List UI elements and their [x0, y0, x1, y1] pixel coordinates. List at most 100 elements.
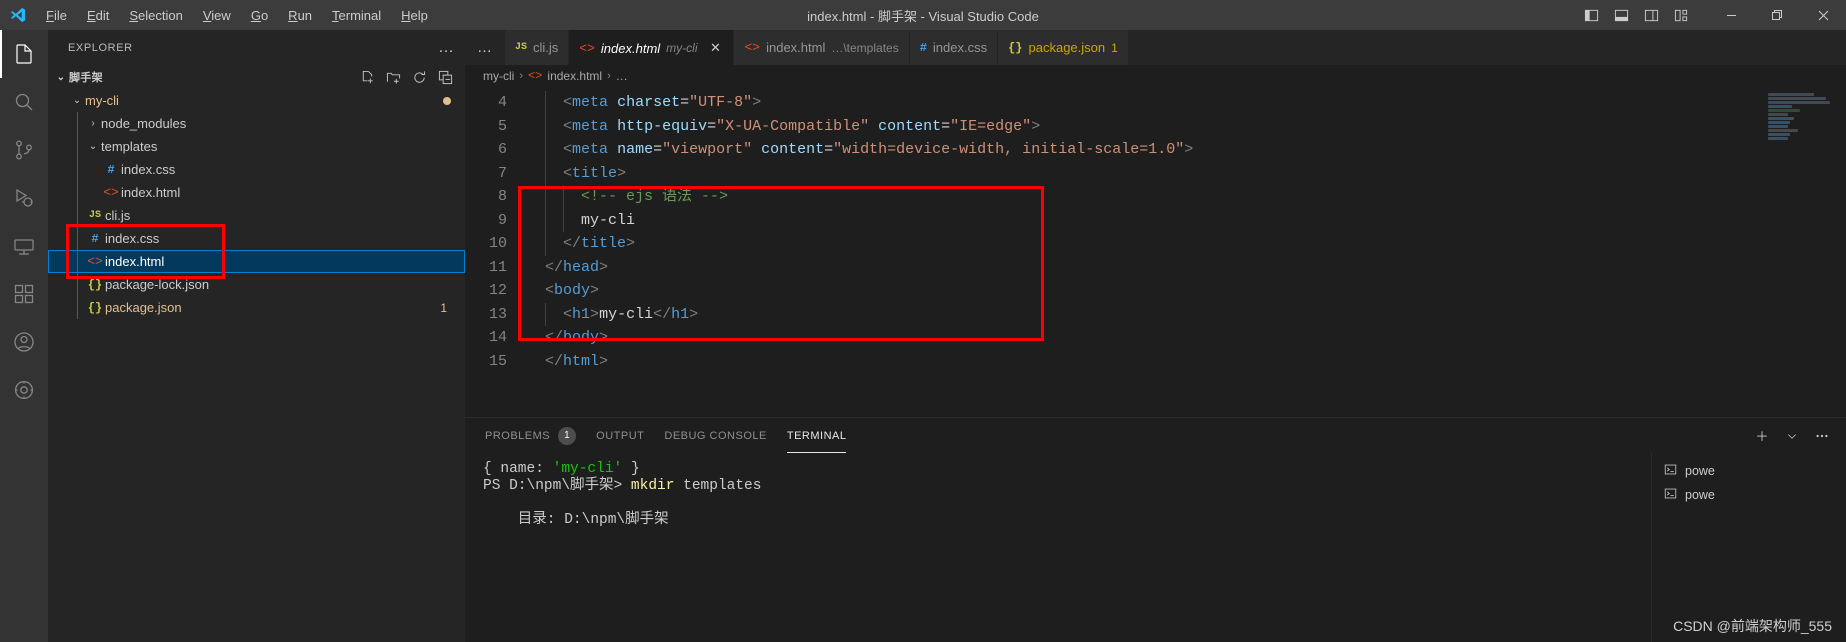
chevron-down-icon[interactable]: ⌄: [69, 95, 85, 106]
minimize-button[interactable]: [1708, 0, 1754, 30]
menu-file[interactable]: File: [36, 5, 77, 26]
customize-layout-icon[interactable]: [1668, 2, 1694, 28]
panel-tab-terminal[interactable]: TERMINAL: [786, 418, 847, 453]
chevron-right-icon[interactable]: ›: [85, 118, 101, 129]
layout-controls[interactable]: [1578, 2, 1708, 28]
toggle-primary-sidebar-icon[interactable]: [1578, 2, 1604, 28]
tab-label: package.json: [1028, 40, 1106, 55]
tree-row-templates[interactable]: ⌄ templates: [48, 135, 465, 158]
editor-tab-bar[interactable]: … JS cli.js <> index.html my-cli ✕ <> in…: [465, 30, 1846, 65]
breadcrumb-item-symbols[interactable]: …: [616, 69, 628, 83]
menu-bar[interactable]: File Edit Selection View Go Run Terminal…: [36, 5, 438, 26]
new-file-icon[interactable]: [357, 67, 377, 87]
menu-terminal[interactable]: Terminal: [322, 5, 391, 26]
terminal-list-item[interactable]: powe: [1652, 483, 1846, 507]
file-tree[interactable]: ⌄ my-cli › node_modules ⌄ templates # in…: [48, 89, 465, 319]
activity-explorer[interactable]: [0, 30, 48, 78]
restore-button[interactable]: [1754, 0, 1800, 30]
panel-tab-bar[interactable]: PROBLEMS 1 OUTPUT DEBUG CONSOLE TERMINAL: [465, 418, 1846, 453]
chevron-down-icon[interactable]: ⌄: [85, 141, 101, 152]
tree-label: index.html: [121, 185, 181, 200]
tree-row-package-json[interactable]: {} package.json 1: [48, 296, 465, 319]
activity-bar[interactable]: [0, 30, 48, 642]
code-editor[interactable]: 4 5 6 7 8 9 10 11 12 13 14 15 <meta char…: [465, 87, 1846, 417]
tree-label: node_modules: [101, 116, 187, 131]
tab-label: index.css: [932, 40, 988, 55]
workspace-root-row[interactable]: ⌄ 脚手架: [48, 65, 465, 89]
breadcrumb-item-file[interactable]: index.html: [547, 69, 602, 83]
tree-row-my-cli[interactable]: ⌄ my-cli: [48, 89, 465, 112]
refresh-icon[interactable]: [409, 67, 429, 87]
terminal-line: PS D:\npm\脚手架> mkdir templates: [483, 478, 762, 494]
tree-row-templates-index-html[interactable]: <> index.html: [48, 181, 465, 204]
tree-label: templates: [101, 139, 158, 154]
vscode-window: File Edit Selection View Go Run Terminal…: [0, 0, 1846, 642]
tab-index-html-my-cli[interactable]: <> index.html my-cli ✕: [569, 30, 735, 65]
add-terminal-icon[interactable]: [1752, 426, 1772, 446]
modified-dot-indicator: [443, 96, 451, 105]
code-line: <!-- ejs 语法 -->: [545, 185, 1846, 209]
terminal-output[interactable]: { name: 'my-cli' } PS D:\npm\脚手架> mkdir t…: [465, 453, 1651, 642]
menu-run[interactable]: Run: [278, 5, 322, 26]
breadcrumb[interactable]: my-cli › <> index.html › …: [465, 65, 1846, 87]
code-line: <title>: [545, 161, 1846, 185]
activity-extensions[interactable]: [0, 270, 48, 318]
panel-actions[interactable]: [1752, 426, 1846, 446]
terminal-tab-list[interactable]: powe powe: [1651, 453, 1846, 642]
code-content[interactable]: <meta charset="UTF-8"> <meta http-equiv=…: [527, 87, 1846, 417]
toggle-secondary-sidebar-icon[interactable]: [1638, 2, 1664, 28]
tab-package-json[interactable]: {} package.json 1: [998, 30, 1129, 65]
tree-row-index-html[interactable]: <> index.html: [48, 250, 465, 273]
js-file-icon: JS: [515, 42, 528, 53]
tree-row-package-lock-json[interactable]: {} package-lock.json: [48, 273, 465, 296]
sidebar-more-actions-icon[interactable]: …: [438, 39, 455, 55]
toggle-panel-icon[interactable]: [1608, 2, 1634, 28]
panel-tab-problems[interactable]: PROBLEMS 1: [485, 418, 577, 453]
panel-tab-debug-console[interactable]: DEBUG CONSOLE: [664, 418, 766, 453]
menu-edit[interactable]: Edit: [77, 5, 119, 26]
code-line: <meta http-equiv="X-UA-Compatible" conte…: [545, 114, 1846, 138]
tree-row-node-modules[interactable]: › node_modules: [48, 112, 465, 135]
close-button[interactable]: [1800, 0, 1846, 30]
menu-go[interactable]: Go: [241, 5, 278, 26]
watermark: CSDN @前端架构师_555: [1673, 618, 1832, 634]
terminal-list-item[interactable]: powe: [1652, 459, 1846, 483]
breadcrumb-item-folder[interactable]: my-cli: [483, 69, 514, 83]
activity-run-and-debug[interactable]: [0, 174, 48, 222]
menu-help[interactable]: Help: [391, 5, 438, 26]
title-bar: File Edit Selection View Go Run Terminal…: [0, 0, 1846, 30]
tree-row-index-css[interactable]: # index.css: [48, 227, 465, 250]
activity-accounts[interactable]: [0, 318, 48, 366]
menu-selection[interactable]: Selection: [119, 5, 192, 26]
tree-row-cli-js[interactable]: JS cli.js: [48, 204, 465, 227]
more-actions-icon[interactable]: [1812, 426, 1832, 446]
css-file-icon: #: [107, 162, 115, 177]
activity-source-control[interactable]: [0, 126, 48, 174]
panel-tab-label: PROBLEMS: [485, 429, 551, 442]
chevron-down-icon[interactable]: [1782, 426, 1802, 446]
activity-settings-gear-icon[interactable]: [0, 366, 48, 414]
line-number: 10: [488, 235, 507, 252]
collapse-all-icon[interactable]: [435, 67, 455, 87]
tab-index-html-templates[interactable]: <> index.html …\templates: [734, 30, 910, 65]
editor-scrollbar[interactable]: [1832, 87, 1846, 417]
menu-view[interactable]: View: [193, 5, 241, 26]
tree-row-templates-index-css[interactable]: # index.css: [48, 158, 465, 181]
tab-cli-js[interactable]: JS cli.js: [505, 30, 570, 65]
line-number: 15: [488, 352, 507, 370]
tab-index-css[interactable]: # index.css: [909, 30, 999, 65]
close-icon[interactable]: ✕: [707, 40, 723, 56]
panel-tab-output[interactable]: OUTPUT: [596, 418, 644, 453]
activity-remote-explorer[interactable]: [0, 222, 48, 270]
chevron-down-icon[interactable]: ⌄: [53, 72, 69, 83]
new-folder-icon[interactable]: [383, 67, 403, 87]
tab-label: index.html: [766, 40, 826, 55]
panel-tab-label: OUTPUT: [596, 429, 645, 442]
panel-tab-label: DEBUG CONSOLE: [664, 429, 767, 442]
code-line: my-cli: [545, 208, 1846, 232]
tree-label: my-cli: [85, 93, 119, 108]
activity-search[interactable]: [0, 78, 48, 126]
explorer-actions[interactable]: [357, 67, 455, 87]
tabs-overflow-icon[interactable]: …: [465, 30, 505, 65]
